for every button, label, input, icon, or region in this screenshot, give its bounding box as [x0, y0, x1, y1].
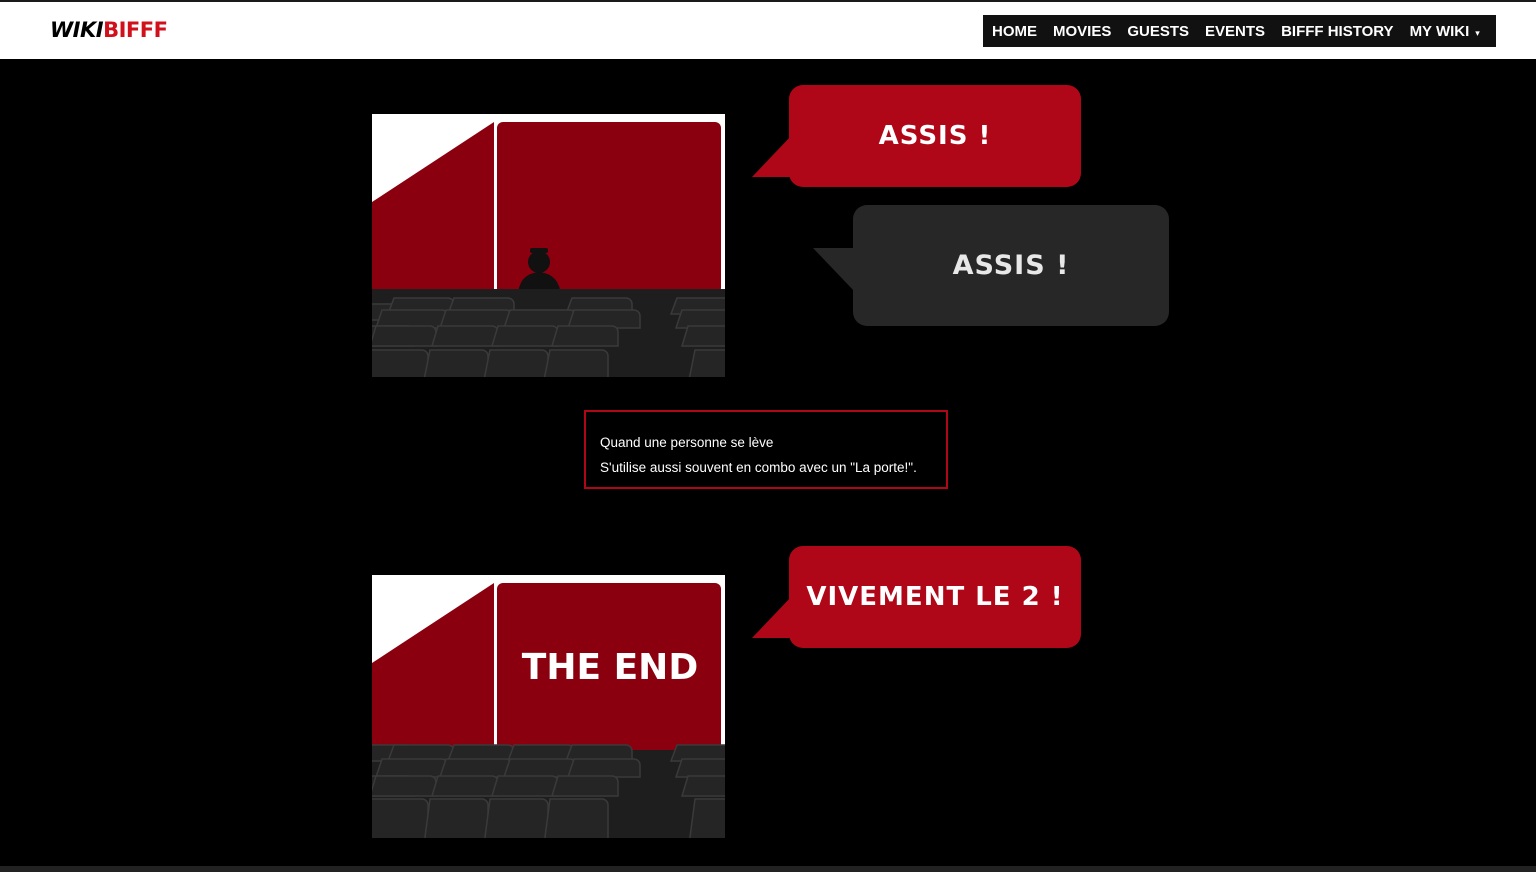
chevron-down-icon: ▾ — [1475, 27, 1480, 38]
cinema-illustration-1 — [372, 114, 725, 377]
site-logo[interactable]: WIKIBIFFF — [50, 18, 168, 42]
site-header: WIKIBIFFF HOME MOVIES GUESTS EVENTS BIFF… — [0, 2, 1536, 59]
nav-my-wiki[interactable]: MY WIKI ▾ — [1402, 23, 1488, 40]
screen-text: THE END — [522, 647, 698, 688]
nav-movies[interactable]: MOVIES — [1045, 23, 1119, 40]
bubble-text: VIVEMENT LE 2 ! — [806, 582, 1064, 612]
cinema-illustration-2: THE END — [372, 575, 725, 838]
bubble-text: ASSIS ! — [952, 250, 1070, 281]
bubble-text: ASSIS ! — [878, 121, 992, 151]
speech-bubble-red-1: ASSIS ! — [752, 85, 1081, 187]
cinema-graphic — [372, 114, 725, 377]
nav-home[interactable]: HOME — [983, 23, 1045, 40]
footer-bar — [0, 866, 1536, 872]
main-nav: HOME MOVIES GUESTS EVENTS BIFFF HISTORY … — [983, 15, 1496, 47]
definition-box: Quand une personne se lève S'utilise aus… — [584, 410, 948, 489]
nav-events[interactable]: EVENTS — [1197, 23, 1273, 40]
logo-wiki: WIKI — [50, 18, 104, 42]
speech-bubble-red-2: VIVEMENT LE 2 ! — [752, 546, 1081, 648]
nav-my-wiki-label: MY WIKI — [1409, 22, 1470, 40]
bubble-tail — [752, 135, 792, 177]
bubble-tail — [752, 596, 792, 638]
definition-line-2: S'utilise aussi souvent en combo avec un… — [600, 460, 917, 475]
nav-bifff-history[interactable]: BIFFF HISTORY — [1273, 23, 1402, 40]
logo-bifff: BIFFF — [103, 18, 168, 42]
speech-bubble-dark-1: ASSIS ! — [813, 205, 1169, 326]
definition-line-1: Quand une personne se lève — [600, 435, 774, 450]
nav-guests[interactable]: GUESTS — [1119, 23, 1197, 40]
bubble-tail — [813, 248, 855, 292]
cinema-graphic: THE END — [372, 575, 725, 838]
